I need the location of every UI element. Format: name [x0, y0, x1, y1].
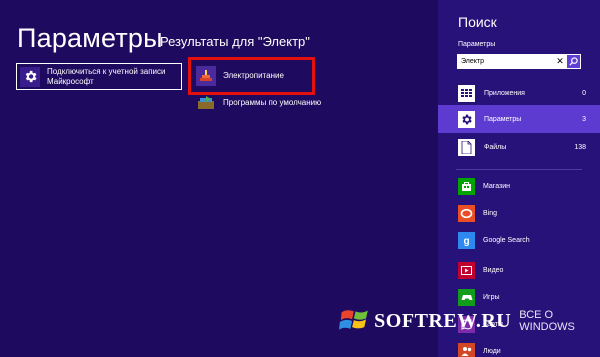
search-button[interactable]	[567, 55, 580, 68]
app-people[interactable]: Люди	[438, 341, 600, 357]
bing-icon	[458, 204, 475, 222]
google-search-icon: g	[458, 231, 475, 249]
file-icon	[458, 138, 475, 156]
power-options-icon	[196, 66, 216, 86]
search-scope-label: Параметры	[458, 41, 496, 48]
app-label: Bing	[483, 209, 498, 217]
search-charm: Поиск Параметры ✕ Приложения 0	[438, 0, 600, 357]
search-results-pane: Параметры Результаты для "Электр" Подклю…	[0, 0, 438, 357]
category-settings[interactable]: Параметры 3	[438, 105, 600, 133]
app-games[interactable]: Игры	[438, 287, 600, 307]
category-count: 0	[582, 89, 586, 97]
result-label: Электропитание	[223, 71, 284, 80]
divider	[456, 169, 582, 170]
search-icon	[569, 57, 578, 66]
watermark: SOFTREW.RU ВСЕ О WINDOWS	[339, 305, 600, 337]
gear-icon	[20, 66, 40, 87]
result-label: Программы по умолчанию	[223, 98, 322, 107]
games-icon	[458, 288, 475, 306]
category-label: Приложения	[484, 89, 525, 97]
default-programs-icon	[196, 93, 216, 113]
result-label: Подключиться к учетной записи Майкрософт	[47, 66, 166, 86]
category-label: Параметры	[484, 115, 522, 123]
watermark-brand: SOFTREW.RU	[374, 309, 512, 332]
app-label: Игры	[483, 293, 500, 301]
charm-title: Поиск	[458, 14, 497, 30]
app-label: Люди	[483, 347, 501, 355]
category-count: 3	[582, 115, 586, 123]
clear-search-button[interactable]: ✕	[553, 54, 567, 69]
category-files[interactable]: Файлы 138	[438, 133, 600, 161]
apps-icon	[458, 84, 475, 102]
app-label: Видео	[483, 266, 504, 274]
watermark-tagline: ВСЕ О WINDOWS	[519, 309, 575, 333]
app-bing[interactable]: Bing	[438, 203, 600, 223]
close-icon: ✕	[556, 56, 564, 66]
app-label: Магазин	[483, 182, 511, 190]
search-input[interactable]	[457, 54, 553, 69]
app-google-search[interactable]: g Google Search	[438, 230, 600, 250]
people-icon	[458, 342, 475, 357]
search-box: ✕	[457, 54, 581, 69]
app-store[interactable]: Магазин	[438, 176, 600, 196]
app-video[interactable]: Видео	[438, 260, 600, 280]
result-microsoft-account[interactable]: Подключиться к учетной записи Майкрософт	[16, 63, 182, 90]
category-label: Файлы	[484, 143, 507, 151]
result-default-programs[interactable]: Программы по умолчанию	[196, 93, 321, 113]
windows-logo-icon	[339, 310, 368, 330]
category-apps[interactable]: Приложения 0	[438, 79, 600, 107]
results-header: Результаты для "Электр"	[160, 34, 310, 49]
store-icon	[458, 177, 475, 195]
video-icon	[458, 261, 475, 279]
result-power-options[interactable]: Электропитание	[196, 66, 284, 86]
category-count: 138	[574, 143, 586, 151]
svg-text:g: g	[463, 236, 469, 246]
page-title: Параметры	[17, 23, 163, 53]
app-label: Google Search	[483, 236, 530, 244]
gear-icon	[458, 110, 475, 128]
